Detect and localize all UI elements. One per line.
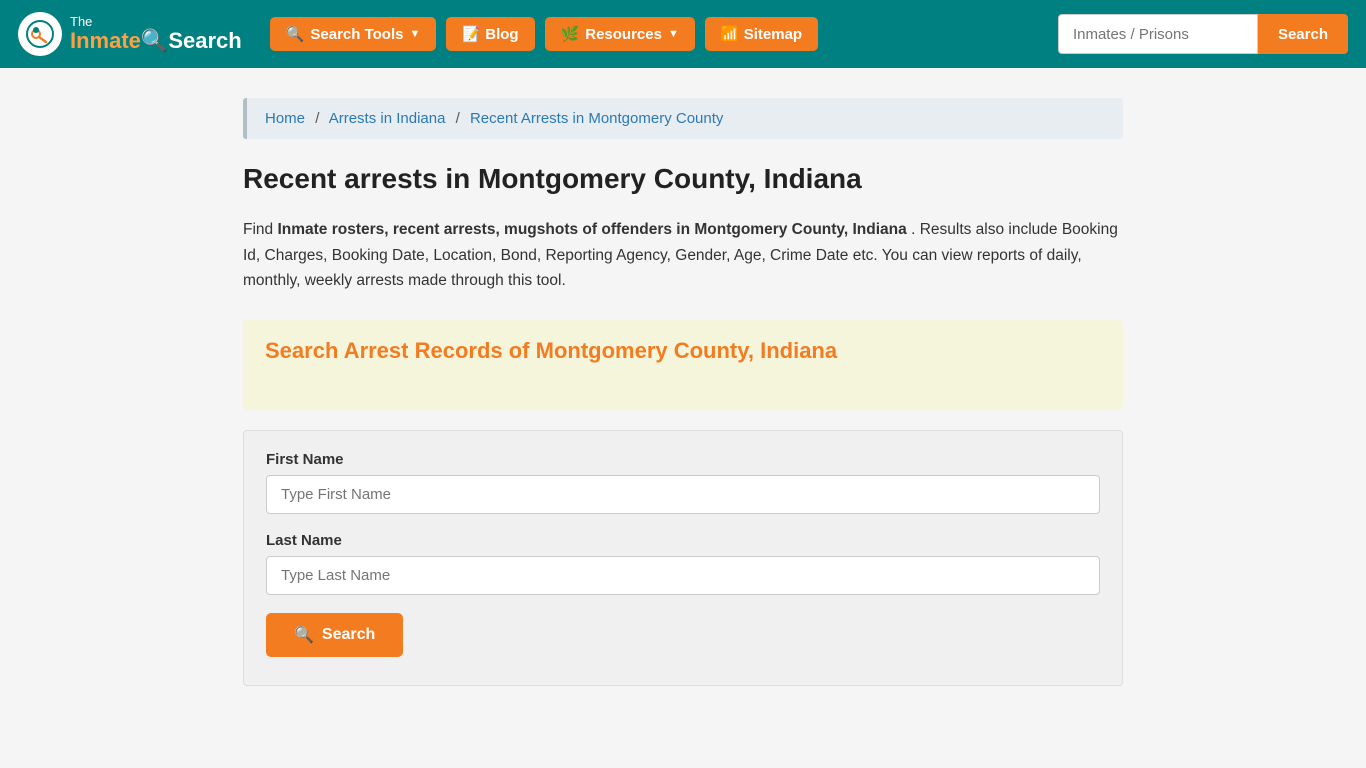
logo-icon <box>18 12 62 56</box>
first-name-label: First Name <box>266 451 1100 468</box>
page-description: Find Inmate rosters, recent arrests, mug… <box>243 217 1123 294</box>
breadcrumb-arrests-indiana[interactable]: Arrests in Indiana <box>329 110 446 127</box>
search-submit-label: Search <box>322 626 375 644</box>
navbar: The Inmate🔍Search 🔍 Search Tools ▼ 📝 Blo… <box>0 0 1366 68</box>
resources-label: Resources <box>585 26 662 43</box>
description-intro: Find <box>243 221 277 238</box>
first-name-group: First Name <box>266 451 1100 514</box>
breadcrumb-home[interactable]: Home <box>265 110 305 127</box>
search-tools-button[interactable]: 🔍 Search Tools ▼ <box>270 17 437 51</box>
page-title: Recent arrests in Montgomery County, Ind… <box>243 163 1123 195</box>
blog-button[interactable]: 📝 Blog <box>446 17 534 51</box>
search-submit-button[interactable]: 🔍 Search <box>266 613 403 657</box>
search-tools-icon: 🔍 <box>286 25 305 43</box>
breadcrumb-sep-1: / <box>315 110 319 127</box>
description-bold: Inmate rosters, recent arrests, mugshots… <box>277 221 906 238</box>
resources-button[interactable]: 🌿 Resources ▼ <box>545 17 695 51</box>
breadcrumb-current[interactable]: Recent Arrests in Montgomery County <box>470 110 723 127</box>
breadcrumb: Home / Arrests in Indiana / Recent Arres… <box>243 98 1123 139</box>
search-tools-label: Search Tools <box>310 26 403 43</box>
nav-search-wrap: Search <box>1058 14 1348 54</box>
last-name-label: Last Name <box>266 532 1100 549</box>
sitemap-label: Sitemap <box>744 26 802 43</box>
sitemap-icon: 📶 <box>721 26 740 43</box>
blog-icon: 📝 <box>462 26 481 43</box>
nav-search-button[interactable]: Search <box>1258 14 1348 54</box>
search-section-title: Search Arrest Records of Montgomery Coun… <box>265 338 1101 364</box>
last-name-group: Last Name <box>266 532 1100 595</box>
first-name-input[interactable] <box>266 475 1100 514</box>
logo-text: The Inmate🔍Search <box>70 15 242 53</box>
search-tools-caret: ▼ <box>409 28 420 40</box>
search-submit-icon: 🔍 <box>294 625 314 645</box>
nav-search-input[interactable] <box>1058 14 1258 54</box>
nav-search-button-label: Search <box>1278 26 1328 43</box>
logo: The Inmate🔍Search <box>18 12 242 56</box>
sitemap-button[interactable]: 📶 Sitemap <box>705 17 818 51</box>
search-form: First Name Last Name 🔍 Search <box>243 430 1123 686</box>
resources-caret: ▼ <box>668 28 679 40</box>
resources-icon: 🌿 <box>561 25 580 43</box>
last-name-input[interactable] <box>266 556 1100 595</box>
blog-label: Blog <box>485 26 518 43</box>
search-section: Search Arrest Records of Montgomery Coun… <box>243 320 1123 410</box>
main-content: Home / Arrests in Indiana / Recent Arres… <box>223 68 1143 726</box>
breadcrumb-sep-2: / <box>456 110 460 127</box>
